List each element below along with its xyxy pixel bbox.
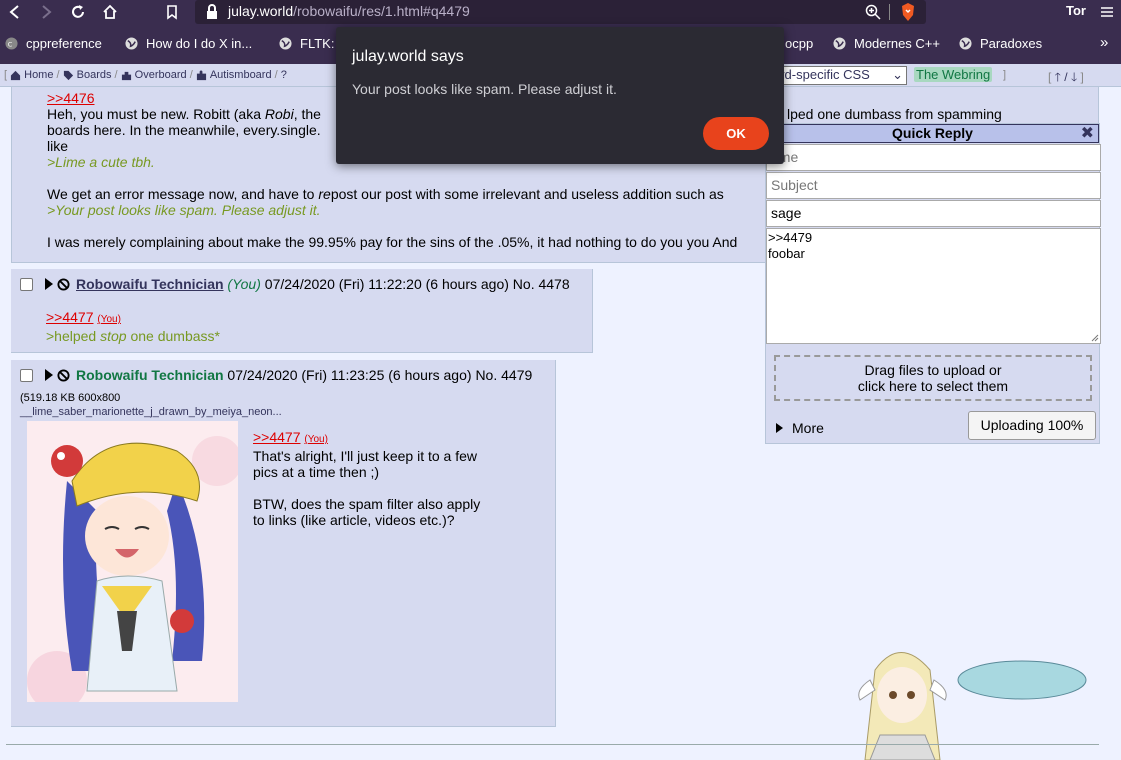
url-text: julay.world/robowaifu/res/1.html#q4479 (228, 3, 470, 19)
globe-icon (833, 37, 846, 50)
nav-autismboard-link[interactable]: Autismboard (210, 69, 272, 81)
post-menu-toggle-icon[interactable] (45, 369, 53, 381)
quick-reply-header[interactable]: Quick Reply ✖ (766, 124, 1099, 143)
bookmark-fltk[interactable]: FLTK: (279, 36, 334, 51)
post-select-checkbox[interactable] (20, 277, 33, 291)
home-icon[interactable] (98, 0, 122, 24)
reload-icon[interactable] (66, 0, 90, 24)
post-number[interactable]: 4479 (501, 367, 532, 383)
post-text-fragment: lped one dumbass from spamming (787, 106, 1002, 122)
you-marker: (You) (97, 314, 121, 325)
divider (6, 744, 1099, 745)
expand-triangle-icon (776, 423, 783, 433)
browser-toolbar: julay.world/robowaifu/res/1.html#q4479 T… (0, 0, 1121, 24)
email-field[interactable]: sage (766, 200, 1101, 227)
board-css-select[interactable]: ard-specific CSS ⌄ (770, 66, 907, 85)
bookmark-paradoxes[interactable]: Paradoxes (959, 36, 1042, 51)
scroll-up-icon[interactable]: 🡑 (1055, 70, 1061, 84)
home-icon (11, 70, 21, 80)
quote-link[interactable]: >>4477 (46, 309, 94, 325)
globe-icon (125, 37, 138, 50)
nav-boards-link[interactable]: Boards (77, 69, 112, 81)
page-nav-arrows: [ 🡑 / 🡓 ] (1048, 70, 1084, 84)
board-mascot-image (850, 640, 1100, 760)
zoom-icon[interactable] (865, 4, 881, 20)
post-4478: Robowaifu Technician (You) 07/24/2020 (F… (11, 269, 593, 353)
file-info: (519.18 KB 600x800 (20, 392, 121, 404)
nav-overboard-link[interactable]: Overboard (135, 69, 187, 81)
post-select-checkbox[interactable] (20, 368, 33, 382)
quick-reply-panel: Quick Reply ✖ ame Subject sage >>4479 foo… (765, 123, 1101, 444)
quote-link[interactable]: >>4476 (47, 90, 95, 106)
back-icon[interactable] (3, 0, 27, 24)
bookmark-how-do-i[interactable]: How do I do X in... (125, 36, 252, 51)
post-number-label[interactable]: No. (513, 276, 535, 292)
more-options-toggle[interactable]: More (776, 420, 824, 436)
file-drop-zone[interactable]: Drag files to upload or click here to se… (774, 355, 1092, 401)
poster-name[interactable]: Robowaifu Technician (76, 276, 224, 292)
you-tag: (You) (227, 276, 261, 292)
poster-name[interactable]: Robowaifu Technician (76, 367, 224, 383)
post-menu-toggle-icon[interactable] (45, 278, 53, 290)
greentext: >helped stop one dumbass* (46, 328, 220, 344)
resize-handle-icon[interactable] (1091, 334, 1099, 342)
tor-label[interactable]: Tor (1066, 3, 1086, 18)
globe-icon (959, 37, 972, 50)
quote-link[interactable]: >>4477 (253, 429, 301, 445)
question-icon: ? (280, 69, 287, 81)
bookmark-ocpp[interactable]: ocpp (785, 36, 813, 51)
chevron-down-icon: ⌄ (892, 67, 903, 82)
bookmark-modernes-cpp[interactable]: Modernes C++ (833, 36, 940, 51)
webring-link[interactable]: The Webring (914, 67, 993, 82)
post-datetime: 07/24/2020 (Fri) 11:22:20 (6 hours ago) (264, 276, 509, 292)
post-number[interactable]: 4478 (538, 276, 569, 292)
post-number-label[interactable]: No. (475, 367, 497, 383)
alert-message: Your post looks like spam. Please adjust… (352, 81, 617, 97)
file-name-link[interactable]: __lime_saber_marionette_j_drawn_by_meiya… (20, 406, 282, 418)
bookmark-icon[interactable] (160, 0, 184, 24)
forward-icon[interactable] (34, 0, 58, 24)
ok-button[interactable]: OK (703, 117, 769, 150)
comment-textarea[interactable]: >>4479 foobar (766, 228, 1101, 344)
url-bar[interactable]: julay.world/robowaifu/res/1.html#q4479 (195, 0, 926, 24)
puzzle-icon (196, 69, 206, 80)
submit-button[interactable]: Uploading 100% (968, 411, 1096, 440)
cpp-logo-icon: C (5, 37, 18, 50)
subject-field[interactable]: Subject (766, 172, 1101, 199)
globe-icon (279, 37, 292, 50)
hide-post-icon[interactable] (57, 277, 70, 291)
overboard-icon (121, 71, 131, 80)
nav-home-link[interactable]: Home (24, 69, 53, 81)
alert-title: julay.world says (352, 48, 464, 65)
menu-icon[interactable] (1095, 0, 1119, 24)
post-image-thumbnail[interactable] (27, 421, 238, 702)
brave-shield-icon[interactable] (900, 2, 916, 22)
post-datetime: 07/24/2020 (Fri) 11:23:25 (6 hours ago) (227, 367, 472, 383)
name-field[interactable]: ame (766, 144, 1101, 171)
greentext: >Your post looks like spam. Please adjus… (47, 202, 321, 218)
svg-text:C: C (8, 40, 13, 48)
close-icon[interactable]: ✖ (1081, 125, 1094, 142)
tags-icon (63, 70, 73, 80)
hide-post-icon[interactable] (57, 368, 70, 382)
you-marker: (You) (304, 434, 328, 445)
lock-icon (207, 4, 217, 19)
bookmarks-overflow-icon[interactable]: » (1100, 34, 1108, 51)
alert-dialog: julay.world says Your post looks like sp… (336, 27, 784, 164)
bookmark-cppreference[interactable]: C cppreference (5, 36, 102, 51)
